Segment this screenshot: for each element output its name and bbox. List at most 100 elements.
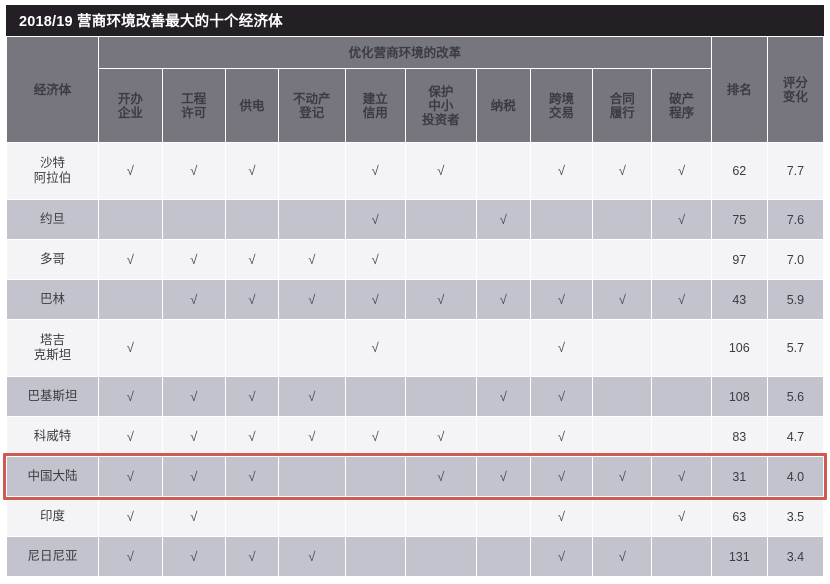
reform-check-cell: √: [162, 497, 226, 536]
check-icon: √: [499, 211, 507, 227]
check-icon: √: [248, 548, 256, 564]
reform-check-cell: √: [345, 320, 405, 376]
rank-value: 75: [711, 200, 767, 239]
reform-check-cell: √: [162, 143, 226, 199]
check-icon: √: [126, 508, 134, 524]
check-icon: √: [248, 291, 256, 307]
rank-value: 106: [711, 320, 767, 376]
score-change-value: 4.7: [767, 417, 823, 456]
header-reform-6-line2: 中小: [428, 98, 454, 113]
reform-check-cell: √: [162, 537, 226, 576]
reform-check-cell: √: [278, 240, 345, 279]
economy-name-line: 巴基斯坦: [27, 389, 78, 403]
header-reform-2: 工程 许可: [162, 69, 226, 142]
reform-check-cell: √: [652, 143, 711, 199]
header-reform-4-line1: 不动产: [293, 91, 331, 106]
score-change-value: 5.9: [767, 280, 823, 319]
table-header: 经济体 优化营商环境的改革 排名 评分 变化 开办 企业 工程 许可 供电 不动产 登记 建立…: [7, 37, 823, 142]
check-icon: √: [618, 291, 626, 307]
header-score-change: 评分 变化: [767, 37, 823, 142]
header-reform-7-line1: 纳税: [490, 98, 516, 113]
screenshot-root: 2018/19 营商环境改善最大的十个经济体 经济体 优化营商环境的改革 排名 …: [0, 0, 830, 584]
check-icon: √: [557, 340, 566, 355]
reform-check-cell: √: [162, 240, 226, 279]
reform-empty-cell: [278, 457, 345, 496]
check-icon: √: [437, 468, 445, 484]
reform-check-cell: √: [345, 240, 405, 279]
check-icon: √: [499, 388, 507, 404]
rank-value: 63: [711, 497, 767, 536]
rank-value: 43: [711, 280, 767, 319]
header-reform-5-line2: 信用: [362, 105, 388, 120]
reform-check-cell: √: [652, 457, 711, 496]
header-reform-10: 破产 程序: [652, 69, 711, 142]
check-icon: √: [499, 468, 507, 484]
business-reform-table: 经济体 优化营商环境的改革 排名 评分 变化 开办 企业 工程 许可 供电 不动产 登记 建立…: [6, 36, 824, 577]
reform-check-cell: √: [99, 417, 162, 456]
page-title: 2018/19 营商环境改善最大的十个经济体: [19, 14, 283, 30]
header-reform-1-line1: 开办: [117, 91, 143, 106]
check-icon: √: [248, 163, 256, 178]
economy-name-line: 多哥: [40, 252, 66, 266]
header-score-change-line1: 评分: [782, 75, 808, 90]
reform-empty-cell: [652, 320, 711, 376]
check-icon: √: [437, 428, 445, 444]
reform-empty-cell: [405, 377, 476, 416]
score-change-value: 4.0: [767, 457, 823, 496]
reform-empty-cell: [476, 497, 530, 536]
reform-check-cell: √: [278, 537, 345, 576]
table-row: 约旦 √ √ √ 75 7.6: [7, 200, 823, 239]
reform-check-cell: √: [345, 200, 405, 239]
reform-check-cell: √: [476, 280, 530, 319]
header-reform-group: 优化营商环境的改革: [99, 37, 711, 68]
check-icon: √: [499, 291, 507, 307]
check-icon: √: [371, 291, 379, 307]
table-row: 科威特 √ √ √ √ √ √ √ 83 4.7: [7, 417, 823, 456]
reform-empty-cell: [530, 240, 593, 279]
reform-check-cell: √: [162, 280, 226, 319]
economy-name-line: 印度: [40, 509, 66, 523]
economy-name-line: 塔吉: [40, 333, 66, 347]
reform-empty-cell: [593, 417, 652, 456]
header-economy: 经济体: [7, 37, 99, 142]
rank-value: 31: [711, 457, 767, 496]
reform-check-cell: √: [278, 280, 345, 319]
reform-empty-cell: [476, 417, 530, 456]
check-icon: √: [308, 428, 316, 444]
header-reform-4: 不动产 登记: [278, 69, 345, 142]
rank-value: 108: [711, 377, 767, 416]
score-change-value: 5.6: [767, 377, 823, 416]
table-row: 巴基斯坦 √ √ √ √ √ √ 108 5.6: [7, 377, 823, 416]
reform-empty-cell: [593, 200, 652, 239]
check-icon: √: [190, 388, 198, 404]
check-icon: √: [190, 548, 198, 564]
check-icon: √: [678, 508, 686, 524]
reform-check-cell: √: [226, 280, 278, 319]
header-reform-6: 保护 中小 投资者: [405, 69, 476, 142]
check-icon: √: [678, 163, 686, 178]
economy-name-line: 沙特: [40, 156, 66, 170]
economy-name-line: 克斯坦: [33, 348, 72, 362]
reform-empty-cell: [405, 320, 476, 376]
reform-empty-cell: [226, 497, 278, 536]
reform-check-cell: √: [226, 537, 278, 576]
reform-check-cell: √: [99, 240, 162, 279]
reform-check-cell: √: [99, 537, 162, 576]
header-reform-3-line1: 供电: [239, 98, 265, 113]
header-reform-8-line1: 跨境: [548, 91, 574, 106]
economy-name: 多哥: [7, 240, 99, 279]
check-icon: √: [248, 468, 256, 484]
reform-empty-cell: [278, 200, 345, 239]
reform-empty-cell: [476, 537, 530, 576]
reform-empty-cell: [405, 497, 476, 536]
check-icon: √: [126, 548, 134, 564]
reform-empty-cell: [278, 320, 345, 376]
check-icon: √: [371, 163, 379, 178]
reform-check-cell: √: [593, 280, 652, 319]
header-reform-10-line1: 破产: [669, 91, 695, 106]
reform-empty-cell: [345, 377, 405, 416]
header-reform-6-line3: 投资者: [422, 112, 460, 127]
reform-check-cell: √: [99, 497, 162, 536]
header-reform-2-line2: 许可: [181, 105, 207, 120]
check-icon: √: [437, 163, 445, 178]
